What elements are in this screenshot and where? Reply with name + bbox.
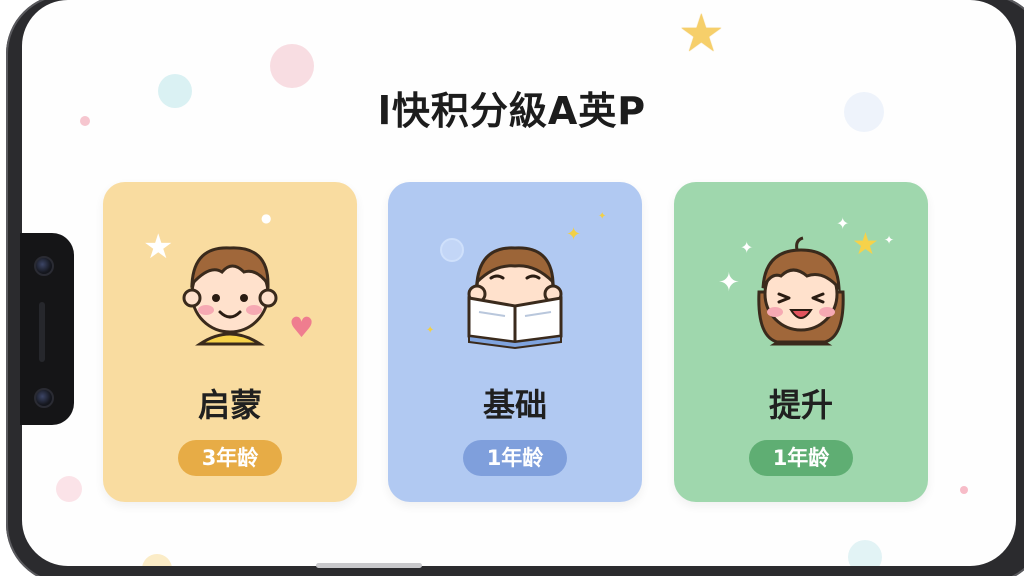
app-screen: ★ l快积分級A英P ★ ● ♥ 启蒙 3年龄 ✦ ✦ ✦ 基础 1年龄 ✦ ✦… <box>0 0 1024 576</box>
star-icon: ★ <box>678 4 725 64</box>
level-card-basic[interactable]: ✦ ✦ ✦ 基础 1年龄 <box>388 182 642 502</box>
sensor-icon <box>34 388 54 408</box>
bubble-decoration <box>142 554 172 566</box>
smiling-boy-icon <box>182 246 278 346</box>
sparkle-icon: ✦ <box>598 211 607 222</box>
level-title: 基础 <box>482 386 547 424</box>
speaker-grille <box>39 302 45 362</box>
age-badge: 1年龄 <box>749 440 853 476</box>
home-indicator[interactable] <box>316 563 422 568</box>
sparkle-icon: ● <box>261 211 272 225</box>
level-title: 提升 <box>768 386 833 424</box>
level-title: 启蒙 <box>197 386 262 424</box>
sparkle-icon: ✦ <box>836 214 850 233</box>
heart-icon: ♥ <box>289 311 315 344</box>
star-icon: ★ <box>143 227 174 267</box>
front-camera-icon <box>34 256 54 276</box>
sparkle-icon: ✦ <box>884 233 895 247</box>
sparkle-icon: ✦ <box>718 268 740 298</box>
boy-reading-book-icon <box>467 246 563 350</box>
age-badge: 3年龄 <box>178 440 282 476</box>
bubble-decoration <box>960 486 968 494</box>
level-card-enlightenment[interactable]: ★ ● ♥ 启蒙 3年龄 <box>103 182 357 502</box>
bubble-decoration <box>848 540 882 566</box>
level-card-advanced[interactable]: ✦ ✦ ✦ ★ ✦ 提升 1年龄 <box>674 182 928 502</box>
bubble-decoration <box>56 476 82 502</box>
sparkle-icon: ✦ <box>426 325 435 336</box>
laughing-girl-icon <box>757 236 845 346</box>
page-title: l快积分級A英P <box>377 89 647 133</box>
age-badge: 1年龄 <box>463 440 567 476</box>
